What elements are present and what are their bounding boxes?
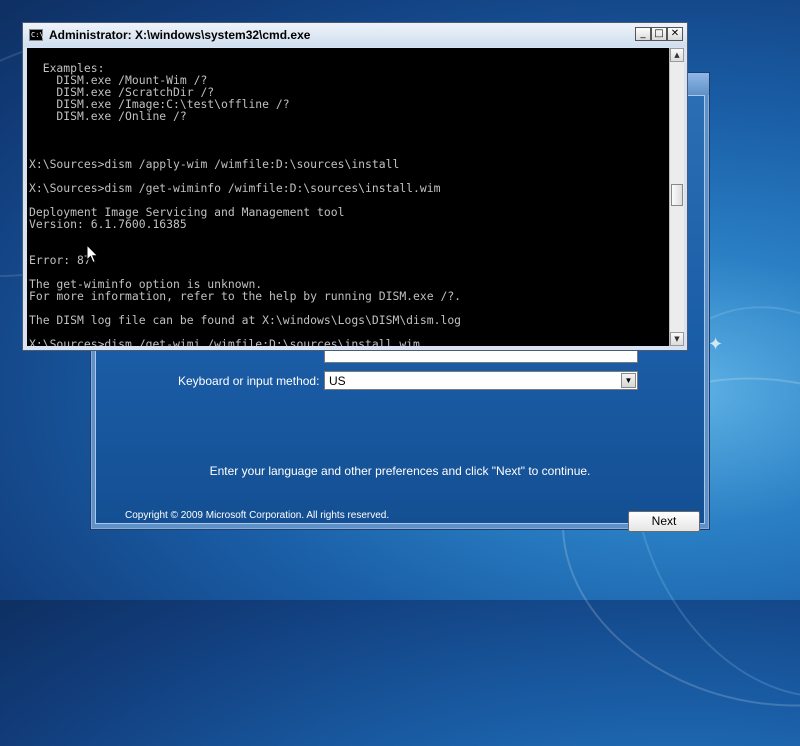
instruction-text: Enter your language and other preference… xyxy=(209,464,591,478)
scroll-thumb[interactable] xyxy=(671,184,683,206)
close-button[interactable]: ✕ xyxy=(667,27,683,41)
console-output[interactable]: Examples: DISM.exe /Mount-Wim /? DISM.ex… xyxy=(27,48,669,346)
window-title: Administrator: X:\windows\system32\cmd.e… xyxy=(49,28,311,42)
keyboard-value: US xyxy=(329,374,346,388)
console-text: Examples: DISM.exe /Mount-Wim /? DISM.ex… xyxy=(29,61,462,346)
mouse-pointer-icon xyxy=(86,244,99,264)
copyright-text: Copyright © 2009 Microsoft Corporation. … xyxy=(125,510,390,521)
keyboard-label: Keyboard or input method: xyxy=(178,374,320,388)
scroll-down-icon[interactable]: ▼ xyxy=(670,332,684,346)
next-button[interactable]: Next xyxy=(628,511,700,532)
chevron-down-icon[interactable]: ▼ xyxy=(621,373,636,388)
scroll-up-icon[interactable]: ▲ xyxy=(670,48,684,62)
keyboard-select[interactable]: US ▼ xyxy=(324,371,638,390)
sparkle-icon: ✦ xyxy=(708,334,724,355)
cmd-app-icon[interactable]: C:\ xyxy=(29,29,44,41)
vertical-scrollbar[interactable]: ▲ ▼ xyxy=(669,48,684,346)
cmd-titlebar[interactable]: C:\ Administrator: X:\windows\system32\c… xyxy=(23,23,687,47)
minimize-button[interactable]: _ xyxy=(635,27,651,41)
cmd-window: C:\ Administrator: X:\windows\system32\c… xyxy=(22,22,688,351)
maximize-button[interactable]: □ xyxy=(651,27,667,41)
